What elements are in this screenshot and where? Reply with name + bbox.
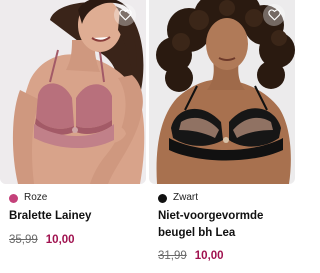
color-swatch <box>9 193 18 203</box>
color-swatch <box>158 193 167 203</box>
favorite-button[interactable] <box>114 4 136 26</box>
color-name: Zwart <box>173 192 198 203</box>
sale-price: 10,00 <box>45 234 75 246</box>
heart-outline-icon <box>267 9 281 21</box>
product-image[interactable] <box>149 0 295 184</box>
product-image[interactable] <box>0 0 146 184</box>
price-row: 31,99 10,00 <box>158 249 224 263</box>
favorite-button[interactable] <box>263 4 285 26</box>
price-row: 35,99 10,00 <box>9 233 75 247</box>
color-selector[interactable]: Roze <box>9 192 47 204</box>
sale-price: 10,00 <box>194 250 224 262</box>
product-title[interactable]: Niet-voorgevormde beugel bh Lea <box>158 208 292 242</box>
original-price: 35,99 <box>9 234 38 246</box>
heart-outline-icon <box>118 9 132 21</box>
color-name: Roze <box>24 192 48 203</box>
product-card[interactable]: Zwart Niet-voorgevormde beugel bh Lea 31… <box>149 0 295 273</box>
color-selector[interactable]: Zwart <box>158 192 198 204</box>
product-title[interactable]: Bralette Lainey <box>9 208 143 225</box>
original-price: 31,99 <box>158 250 187 262</box>
product-card[interactable]: Roze Bralette Lainey 35,99 10,00 <box>0 0 146 273</box>
product-grid: Roze Bralette Lainey 35,99 10,00 Zwart N… <box>0 0 295 273</box>
